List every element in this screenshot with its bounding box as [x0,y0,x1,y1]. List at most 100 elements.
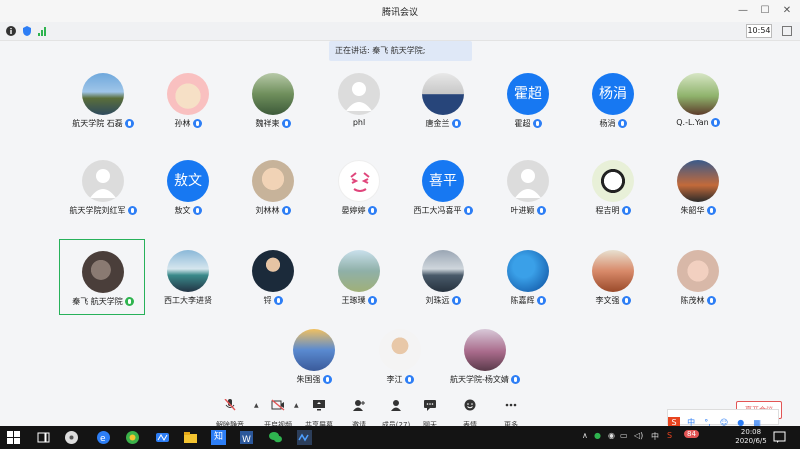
avatar [252,73,294,115]
avatar [677,73,719,115]
volume-icon[interactable]: ◁) [634,431,643,440]
participant-tile[interactable]: 朱国强 [271,318,357,394]
wechat-icon[interactable] [268,430,283,445]
start-video-button[interactable]: 开启视频 [261,398,295,429]
participant-tile[interactable]: 锊 [230,239,316,315]
avatar [677,250,719,292]
mic-icon [510,375,520,384]
participant-tile[interactable]: 霍超 霍超 [485,62,571,138]
sogou-tray-icon[interactable]: S [667,431,672,440]
participant-tile[interactable]: 航天学院刘红军 [60,149,146,225]
fullscreen-icon[interactable] [782,26,792,36]
participant-tile[interactable]: 朱韶华 [655,149,741,225]
zhihu-app-icon[interactable]: 知 [211,430,226,445]
participant-tile[interactable]: 孙林 [145,62,231,138]
security-icon[interactable]: ● [594,431,601,440]
chat-button[interactable]: 聊天 [413,398,447,429]
participant-name: Q.-L.Yan [676,118,709,127]
participant-tile[interactable]: 晏婷婷 [316,149,402,225]
participant-tile[interactable]: 唐金兰 [400,62,486,138]
share-screen-button[interactable]: 共享屏幕 [302,398,336,429]
share-screen-icon [313,400,325,411]
participant-tile[interactable]: 航天学院-杨文婧 [442,318,528,394]
add-user-icon [353,400,365,411]
participant-tile-active-speaker[interactable]: 秦飞 航天学院 [59,239,145,315]
participant-tile[interactable]: 敖文 敖文 [145,149,231,225]
participant-tile[interactable]: 陈茂林 [655,239,741,315]
svg-text:W: W [242,435,251,445]
participant-tile[interactable]: Q.-L.Yan [655,62,741,138]
participant-tile[interactable]: 魏祥柬 [230,62,316,138]
taskbar-clock[interactable]: 20:08 2020/6/5 [730,428,772,446]
edge-browser-icon[interactable]: e [96,430,111,445]
chevron-up-icon[interactable]: ▲ [254,402,259,409]
participant-tile[interactable]: phl [316,62,402,138]
participant-tile[interactable]: 刘林林 [230,149,316,225]
participant-name: 刘林林 [255,206,280,215]
windows-start-icon[interactable] [6,430,21,445]
avatar [592,160,634,202]
mic-icon [706,206,716,215]
participant-name: 航天学院刘红军 [69,206,126,215]
chevron-up-icon[interactable]: ▲ [294,402,299,409]
unmute-button[interactable]: 解除静音 [213,398,247,429]
notification-count-badge[interactable]: 84 [684,430,699,438]
ime-toolbar[interactable]: S 中 °, ☺ ● ▦ ▲ ▩ [667,409,779,446]
more-button[interactable]: 更多 [494,398,528,429]
ime-indicator[interactable]: 中 [651,431,659,442]
close-icon[interactable]: ✕ [778,3,796,19]
participant-tile[interactable]: 李江 [357,318,443,394]
participant-tile[interactable]: 陈嘉辉 [485,239,571,315]
word-icon[interactable]: W [239,430,254,445]
camera-off-icon [271,399,285,411]
fan-icon[interactable] [64,430,79,445]
mic-icon [621,296,631,305]
participant-tile[interactable]: 杨涓 杨涓 [570,62,656,138]
participant-name: 陈茂林 [680,296,705,305]
avatar [422,73,464,115]
info-icon[interactable] [6,26,16,36]
shield-icon[interactable] [22,26,32,36]
participant-name: 李江 [386,375,403,384]
mic-icon [127,206,137,215]
mic-speaking-icon [124,297,134,306]
signal-icon [38,27,46,36]
participant-tile[interactable]: 刘珠远 [400,239,486,315]
avatar [507,250,549,292]
participant-name: 航天学院-杨文婧 [450,375,509,384]
mic-muted-icon [224,399,236,411]
mic-icon [367,296,377,305]
mic-icon [451,296,461,305]
chat-icon [424,400,436,411]
minimize-icon[interactable]: — [734,3,752,19]
file-explorer-icon[interactable] [183,430,198,445]
participant-tile[interactable]: 喜平 西工大冯喜平 [400,149,486,225]
mic-icon [617,119,627,128]
avatar [252,250,294,292]
tencent-meeting-taskbar-icon[interactable] [155,430,170,445]
smiley-icon [464,399,476,411]
task-view-icon[interactable] [36,430,51,445]
network-icon[interactable]: ▭ [620,431,628,440]
status-bar: 10:54 [0,22,800,41]
participant-tile[interactable]: 西工大李进贤 [145,239,231,315]
chevron-up-icon[interactable]: ∧ [582,431,588,440]
invite-button[interactable]: 邀请 [342,398,376,429]
browser-360-icon[interactable] [125,430,140,445]
participant-tile[interactable]: 航天学院 石磊 [60,62,146,138]
mic-icon [621,206,631,215]
participant-tile[interactable]: 王琢璞 [316,239,402,315]
maximize-icon[interactable]: ☐ [756,3,774,19]
action-center-icon[interactable] [773,431,786,444]
default-avatar-icon [82,160,124,202]
participant-tile[interactable]: 程吉明 [570,149,656,225]
avatar [252,160,294,202]
participant-tile[interactable]: 李文强 [570,239,656,315]
members-button[interactable]: 成员(27) [379,398,413,429]
tencent-meeting-active-icon[interactable] [297,430,312,445]
participant-name: phl [352,118,366,127]
emoji-button[interactable]: 表情 [453,398,487,429]
participant-tile[interactable]: 叶进颖 [485,149,571,225]
participant-gallery: 航天学院 石磊 孙林 魏祥柬 phl 唐金兰 霍超 霍超 杨涓 杨涓 Q.-L.… [0,62,800,396]
app-tray-icon[interactable]: ◉ [608,431,615,440]
